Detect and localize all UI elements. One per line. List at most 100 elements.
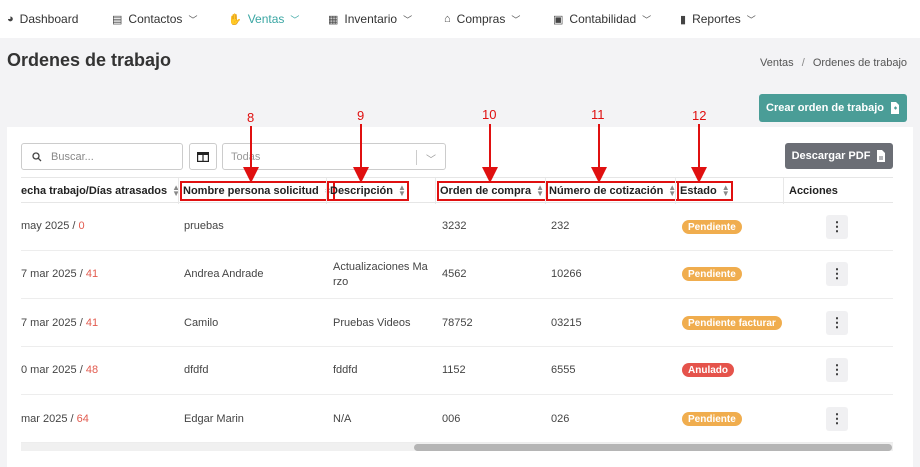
sort-icon: ▲ ▼ [721,183,730,198]
column-divider [178,178,179,204]
breadcrumb-separator: / [801,57,805,69]
requester-cell: Edgar Marin [184,413,244,425]
date-cell: 7 mar 2025 / 41 [21,317,98,329]
kebab-menu-icon: ⋮ [830,362,844,377]
date-value: 7 mar 2025 / [21,317,83,329]
nav-dashboard[interactable]: ◕ Dashboard [7,0,78,38]
annotation-number: 8 [247,110,255,125]
column-divider [326,178,327,204]
boxes-icon: ▦ [328,13,339,26]
table-row: may 2025 / 0 pruebas 3232 232 Pendiente … [21,203,893,251]
hand-money-icon: ✋ [228,13,242,26]
status-badge: Pendiente facturar [682,316,782,330]
nav-reportes[interactable]: ▮ Reportes ﹀ [680,0,756,38]
days-late: 48 [85,364,99,376]
date-cell: mar 2025 / 64 [21,413,89,425]
row-actions-button[interactable]: ⋮ [826,215,848,239]
contact-card-icon: ▤ [112,13,123,26]
row-actions-button[interactable]: ⋮ [826,407,848,431]
nav-label: Reportes [692,12,741,26]
nav-label: Inventario [344,12,398,26]
column-divider [545,178,546,204]
row-actions-button[interactable]: ⋮ [826,311,848,335]
description-line: fddfd [333,364,358,376]
status-badge: Pendiente [682,412,742,426]
chevron-down-icon: ﹀ [511,14,521,25]
column-divider [675,178,676,204]
purchase-order-cell: 4562 [442,268,467,280]
breadcrumb: Ventas / Ordenes de trabajo [760,57,907,69]
select-divider [416,150,417,165]
column-label: Nombre persona solicitud [183,185,319,197]
table-row: mar 2025 / 64 Edgar Marin N/A 006 026 Pe… [21,395,893,443]
nav-label: Contabilidad [569,12,637,26]
nav-compras[interactable]: ⌂ Compras ﹀ [444,0,520,38]
table-header: echa trabajo/Días atrasados ▲ ▼ Nombre pe… [21,177,893,204]
quote-cell: 232 [551,220,570,232]
top-navigation: ◕ Dashboard ▤ Contactos ﹀ ✋ Ventas ﹀ ▦ I… [0,0,920,38]
breadcrumb-parent[interactable]: Ventas [760,57,794,69]
requester-cell: pruebas [184,220,224,232]
status-filter-select[interactable]: Todas ﹀ [222,143,446,170]
column-header-status[interactable]: Estado ▲ ▼ [677,181,733,201]
column-header-actions: Acciones [789,178,838,204]
column-label: Acciones [789,185,838,197]
pdf-button-label: Descargar PDF [791,150,871,162]
create-work-order-button[interactable]: Crear orden de trabajo [759,94,907,122]
nav-contactos[interactable]: ▤ Contactos ﹀ [112,0,197,38]
nav-label: Dashboard [19,12,79,26]
date-cell: 0 mar 2025 / 48 [21,364,98,376]
column-header-requester[interactable]: Nombre persona solicitud ▲ ▼ [180,181,335,201]
column-label: Descripción [330,185,393,197]
column-divider [783,178,784,204]
kebab-menu-icon: ⋮ [830,219,844,234]
kebab-menu-icon: ⋮ [830,315,844,330]
status-badge: Pendiente [682,220,742,234]
column-header-date[interactable]: echa trabajo/Días atrasados ▲ ▼ [21,178,180,204]
select-value: Todas [231,150,261,163]
sort-icon: ▲ ▼ [536,183,544,198]
annotation-number: 9 [357,108,365,123]
days-late: 41 [85,268,99,280]
chevron-down-icon: ﹀ [403,14,413,25]
row-actions-button[interactable]: ⋮ [826,358,848,382]
column-label: Estado [680,185,717,197]
column-divider [435,178,436,204]
nav-contabilidad[interactable]: ▣ Contabilidad ﹀ [553,0,651,38]
chevron-down-icon: ﹀ [642,14,652,25]
column-toggle-button[interactable] [189,143,217,170]
download-pdf-button[interactable]: Descargar PDF [785,143,893,169]
calculator-icon: ▣ [553,13,564,26]
search-placeholder: Buscar... [51,150,94,163]
nav-label: Ventas [247,12,285,26]
chevron-down-icon: ﹀ [290,14,300,25]
date-cell: 7 mar 2025 / 41 [21,268,98,280]
annotation-number: 11 [591,107,605,122]
date-cell: may 2025 / 0 [21,220,85,232]
store-icon: ⌂ [444,13,451,25]
bar-chart-icon: ▮ [680,13,687,26]
description-line: N/A [333,413,352,425]
column-header-description[interactable]: Descripción ▲ ▼ [327,181,409,201]
column-header-quote-number[interactable]: Número de cotización ▲ ▼ [545,181,680,201]
search-input[interactable]: Buscar... [21,143,183,170]
column-label: echa trabajo/Días atrasados [21,185,168,197]
days-late: 41 [85,317,99,329]
sort-icon: ▲ ▼ [397,183,406,198]
requester-cell: Camilo [184,317,219,329]
status-badge: Pendiente [682,267,742,281]
row-actions-button[interactable]: ⋮ [826,262,848,286]
horizontal-scrollbar-thumb[interactable] [414,444,892,451]
column-header-purchase-order[interactable]: Orden de compra ▲ ▼ [437,181,547,201]
table-row: 0 mar 2025 / 48 dfdfd fddfd 1152 6555 An… [21,347,893,395]
nav-ventas[interactable]: ✋ Ventas ﹀ [228,0,299,38]
nav-inventario[interactable]: ▦ Inventario ﹀ [328,0,412,38]
table-row: 7 mar 2025 / 41 Andrea Andrade Actualiza… [21,251,893,299]
nav-label: Contactos [128,12,183,26]
date-value: 0 mar 2025 / [21,364,83,376]
days-late: 64 [76,413,89,425]
description-line: Actualizaciones Ma [333,261,428,273]
quote-cell: 6555 [551,364,576,376]
description-line: rzo [333,276,349,288]
date-value: 7 mar 2025 / [21,268,83,280]
